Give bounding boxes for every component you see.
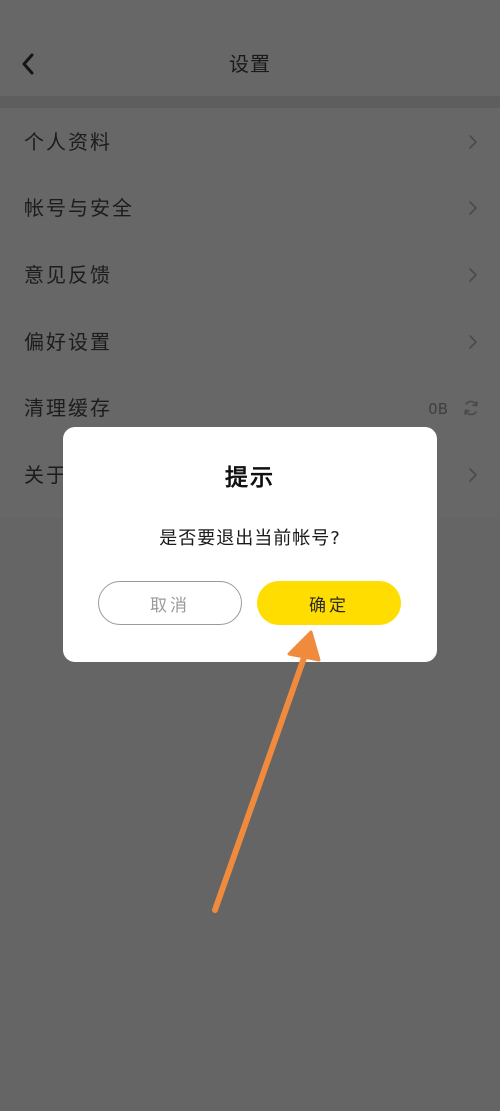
chevron-right-icon <box>468 200 478 216</box>
menu-item-preferences[interactable]: 偏好设置 <box>0 312 500 372</box>
dialog-title: 提示 <box>225 465 275 491</box>
refresh-icon <box>462 399 480 417</box>
menu-item-label: 关于 <box>24 463 68 487</box>
chevron-right-icon <box>468 334 478 350</box>
chevron-right-icon <box>468 267 478 283</box>
menu-item-label: 帐号与安全 <box>24 196 134 220</box>
menu-item-profile[interactable]: 个人资料 <box>0 112 500 172</box>
chevron-right-icon <box>468 467 478 483</box>
page-title: 设置 <box>229 52 271 76</box>
logout-confirm-dialog: 提示 是否要退出当前帐号? 取消 确定 <box>63 427 437 662</box>
chevron-right-icon <box>468 134 478 150</box>
cache-size-value: 0B <box>428 400 448 418</box>
menu-item-label: 个人资料 <box>24 130 112 154</box>
menu-item-label: 清理缓存 <box>24 396 112 420</box>
cancel-button[interactable]: 取消 <box>98 581 242 625</box>
confirm-button[interactable]: 确定 <box>257 581 401 625</box>
menu-item-label: 偏好设置 <box>24 330 112 354</box>
header-bar: 设置 <box>0 0 500 96</box>
menu-item-label: 意见反馈 <box>24 263 112 287</box>
menu-item-account-security[interactable]: 帐号与安全 <box>0 178 500 238</box>
dialog-message: 是否要退出当前帐号? <box>159 528 341 549</box>
menu-item-feedback[interactable]: 意见反馈 <box>0 245 500 305</box>
header-separator <box>0 96 500 108</box>
